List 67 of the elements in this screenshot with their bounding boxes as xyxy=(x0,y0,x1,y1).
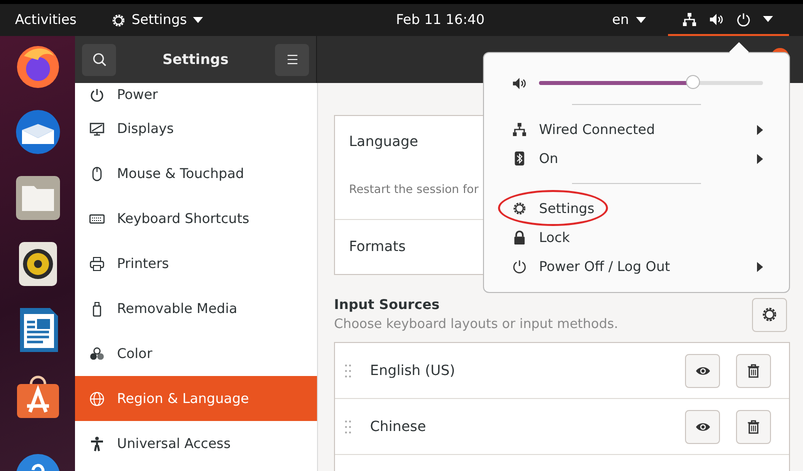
options-button[interactable] xyxy=(752,298,787,332)
menu-item[interactable]: Wired Connected xyxy=(512,115,763,144)
gear-icon xyxy=(761,306,778,323)
sidebar-item[interactable]: Displays xyxy=(75,106,317,151)
formats-label[interactable]: Formats xyxy=(349,239,406,255)
color-circles-icon xyxy=(89,346,105,362)
volume-icon xyxy=(512,76,527,90)
sidebar-item[interactable]: Printers xyxy=(75,241,317,286)
preview-button[interactable] xyxy=(685,354,720,388)
gear-icon xyxy=(512,201,527,216)
submenu-arrow-icon xyxy=(757,154,763,164)
menu-button[interactable] xyxy=(275,44,309,76)
trash-icon xyxy=(746,363,761,378)
network-icon xyxy=(682,12,697,26)
window-title: Settings xyxy=(162,52,229,68)
submenu-arrow-icon xyxy=(757,124,763,134)
sidebar-item[interactable]: Universal Access xyxy=(75,421,317,466)
restart-note: Restart the session for xyxy=(349,182,480,196)
bird-envelope-icon[interactable] xyxy=(14,108,62,156)
app-menu[interactable]: Settings xyxy=(110,12,203,28)
menu-item[interactable]: Lock xyxy=(512,223,763,252)
input-source-name: Chinese xyxy=(370,418,427,434)
keyboard-layout-menu[interactable]: en xyxy=(612,12,646,28)
display-icon xyxy=(89,120,105,136)
section-subtitle: Choose keyboard layouts or input methods. xyxy=(334,317,620,332)
caret-icon xyxy=(636,17,646,23)
activities-button[interactable]: Activities xyxy=(15,12,77,28)
help-icon[interactable] xyxy=(14,452,62,471)
caret-icon xyxy=(192,17,203,23)
printer-icon xyxy=(89,256,105,272)
caret-icon xyxy=(763,16,773,22)
lock-icon xyxy=(512,230,527,245)
power-icon xyxy=(512,259,527,274)
app-menu-label: Settings xyxy=(132,12,187,28)
menu-icon xyxy=(286,53,298,66)
folder-icon[interactable] xyxy=(14,174,62,222)
volume-slider[interactable] xyxy=(539,75,763,91)
search-button[interactable] xyxy=(82,44,116,76)
sidebar-item[interactable]: Mouse & Touchpad xyxy=(75,151,317,196)
remove-button[interactable] xyxy=(736,354,771,388)
menu-item[interactable]: Settings xyxy=(512,194,763,223)
menu-item[interactable]: Power Off / Log Out xyxy=(512,252,763,281)
preview-button[interactable] xyxy=(685,410,720,444)
accessibility-icon xyxy=(89,436,105,452)
bluetooth-icon xyxy=(512,151,527,166)
sidebar-item[interactable]: Keyboard Shortcuts xyxy=(75,196,317,241)
input-source-name: English (US) xyxy=(370,362,456,378)
sidebar-item[interactable]: Removable Media xyxy=(75,286,317,331)
power-icon xyxy=(736,12,751,26)
menu-item[interactable]: On xyxy=(512,144,763,173)
search-icon xyxy=(92,52,106,67)
remove-button[interactable] xyxy=(736,410,771,444)
section-title: Input Sources xyxy=(334,297,441,313)
clock[interactable]: Feb 11 16:40 xyxy=(396,12,485,28)
network-icon xyxy=(512,122,527,137)
keyboard-layout-label: en xyxy=(612,12,629,28)
trash-icon xyxy=(746,419,761,434)
submenu-arrow-icon xyxy=(757,262,763,272)
volume-icon xyxy=(709,12,724,26)
sidebar-item[interactable]: Power xyxy=(75,83,317,106)
power-icon xyxy=(89,86,105,102)
sidebar-item[interactable]: Color xyxy=(75,331,317,376)
gear-icon xyxy=(110,12,126,28)
drag-handle-icon[interactable] xyxy=(345,420,351,434)
drag-handle-icon[interactable] xyxy=(345,364,351,378)
globe-icon xyxy=(89,390,105,406)
sidebar-item[interactable]: Region & Language xyxy=(75,376,317,421)
